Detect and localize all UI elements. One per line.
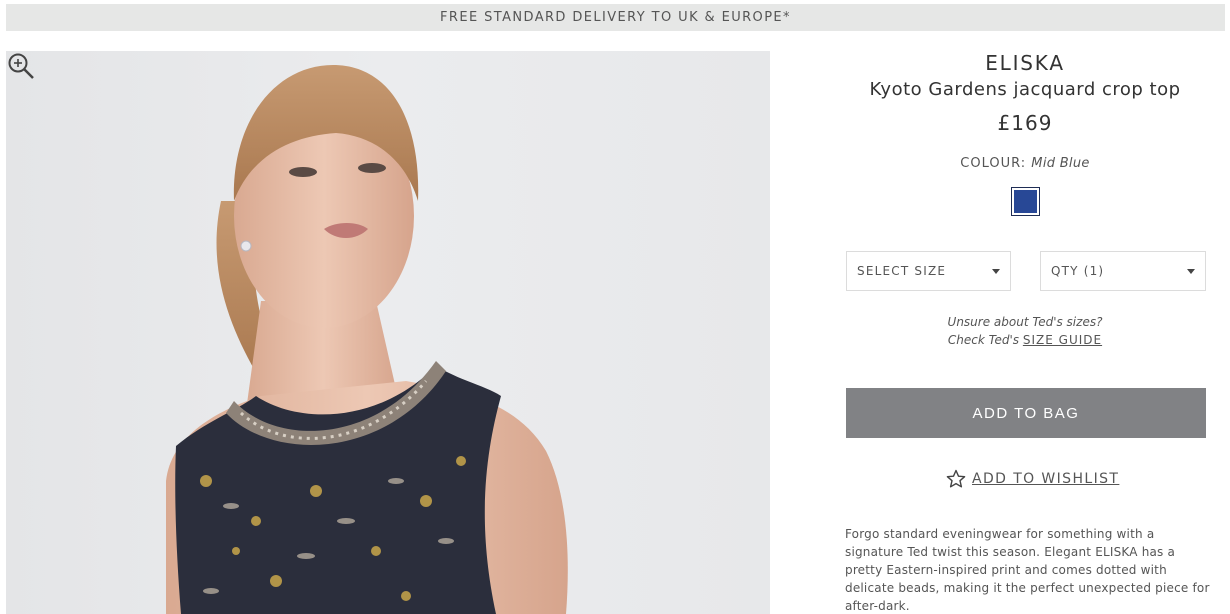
- swatch-fill: [1014, 190, 1037, 213]
- star-icon: [946, 469, 966, 488]
- add-to-wishlist-label: ADD TO WISHLIST: [972, 471, 1120, 487]
- size-help: Unsure about Ted's sizes? Check Ted's SI…: [820, 313, 1230, 349]
- delivery-banner-text: FREE STANDARD DELIVERY TO UK & EUROPE*: [440, 10, 791, 25]
- product-image[interactable]: [6, 51, 770, 614]
- add-to-wishlist-link[interactable]: ADD TO WISHLIST: [946, 467, 1119, 491]
- caret-down-icon: [992, 269, 1000, 274]
- colour-swatch-mid-blue[interactable]: [1011, 187, 1040, 216]
- product-price: £169: [997, 111, 1053, 135]
- size-guide-link[interactable]: SIZE GUIDE: [1023, 333, 1102, 347]
- add-to-bag-button[interactable]: ADD TO BAG: [846, 388, 1206, 438]
- size-help-prefix: Check Ted's: [947, 333, 1020, 347]
- add-to-bag-label: ADD TO BAG: [972, 404, 1080, 422]
- quantity-select-label: QTY (1): [1051, 264, 1105, 278]
- caret-down-icon: [1187, 269, 1195, 274]
- size-select[interactable]: SELECT SIZE: [846, 251, 1011, 291]
- model-photo: [166, 64, 568, 614]
- colour-row: COLOUR: Mid Blue: [820, 156, 1230, 171]
- product-brand: ELISKA: [985, 51, 1065, 75]
- delivery-banner: FREE STANDARD DELIVERY TO UK & EUROPE*: [6, 4, 1225, 31]
- product-name: Kyoto Gardens jacquard crop top: [869, 79, 1181, 100]
- colour-label: COLOUR:: [960, 156, 1027, 171]
- size-help-line: Check Ted's SIZE GUIDE: [820, 331, 1230, 349]
- colour-value: Mid Blue: [1031, 156, 1090, 171]
- size-help-question: Unsure about Ted's sizes?: [947, 315, 1103, 329]
- product-description: Forgo standard eveningwear for something…: [845, 527, 1210, 613]
- quantity-select[interactable]: QTY (1): [1040, 251, 1206, 291]
- size-select-label: SELECT SIZE: [857, 264, 947, 278]
- zoom-in-icon[interactable]: [6, 51, 36, 81]
